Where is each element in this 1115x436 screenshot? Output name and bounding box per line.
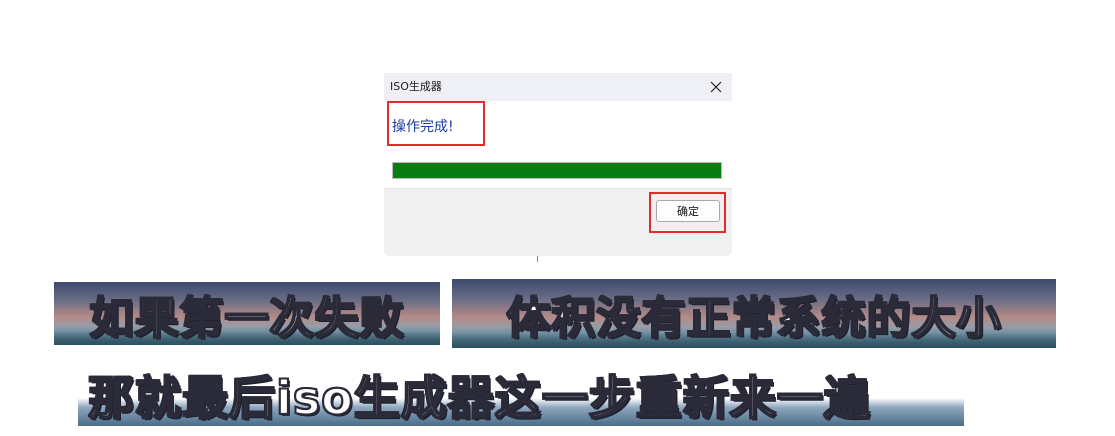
- progress-fill: [393, 163, 721, 178]
- subtitle-banner-1: 如果第一次失败: [54, 282, 440, 345]
- subtitle-text-1: 如果第一次失败: [89, 292, 405, 345]
- subtitle-text-2: 体积没有正常系统的大小: [506, 292, 1002, 345]
- message-highlight-box: [387, 101, 485, 146]
- background-window-edge: [386, 256, 732, 262]
- subtitle-banner-3: 那就最后iso生成器这一步重新来一遍: [78, 364, 964, 426]
- window-divider: [537, 256, 538, 262]
- close-icon: [710, 81, 722, 93]
- dialog-title: ISO生成器: [390, 80, 442, 93]
- dialog-titlebar: ISO生成器: [384, 73, 732, 101]
- progress-bar: [392, 162, 722, 179]
- close-button[interactable]: [700, 73, 732, 101]
- subtitle-banner-2: 体积没有正常系统的大小: [452, 279, 1056, 348]
- ok-button-highlight-box: [649, 192, 726, 233]
- subtitle-text-3: 那就最后iso生成器这一步重新来一遍: [87, 370, 871, 426]
